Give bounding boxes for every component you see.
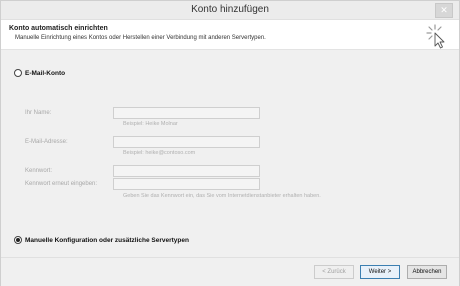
- header-title: Konto automatisch einrichten: [9, 25, 108, 32]
- back-button[interactable]: < Zurück: [314, 265, 354, 279]
- name-label: Ihr Name:: [25, 110, 52, 116]
- next-button[interactable]: Weiter >: [360, 265, 400, 279]
- add-account-dialog: Konto hinzufügen ✕ Konto automatisch ein…: [0, 0, 460, 286]
- password-label: Kennwort:: [25, 168, 53, 174]
- radio-manual-config-label: Manuelle Konfiguration oder zusätzliche …: [25, 236, 189, 244]
- password-field[interactable]: [113, 165, 260, 177]
- password-confirm-field[interactable]: [113, 178, 260, 190]
- title-bar: Konto hinzufügen ✕: [1, 1, 459, 20]
- email-field[interactable]: [113, 136, 260, 148]
- header-subtitle: Manuelle Einrichtung eines Kontos oder H…: [15, 35, 266, 41]
- dialog-footer: < Zurück Weiter > Abbrechen: [1, 257, 459, 286]
- dialog-content: E-Mail-Konto Ihr Name: Beispiel: Heike M…: [1, 50, 459, 257]
- wizard-cursor-icon: [426, 24, 445, 49]
- email-hint: Beispiel: heike@contoso.com: [123, 150, 196, 156]
- name-hint: Beispiel: Heike Molnar: [123, 121, 178, 127]
- radio-email-account[interactable]: E-Mail-Konto: [14, 69, 65, 77]
- password-hint: Geben Sie das Kennwort ein, das Sie vom …: [123, 193, 321, 199]
- radio-button[interactable]: [14, 236, 22, 244]
- radio-button[interactable]: [14, 69, 22, 77]
- close-button[interactable]: ✕: [435, 3, 453, 18]
- radio-email-account-label: E-Mail-Konto: [25, 69, 66, 77]
- radio-manual-config[interactable]: Manuelle Konfiguration oder zusätzliche …: [14, 236, 189, 244]
- name-field[interactable]: [113, 107, 260, 119]
- email-label: E-Mail-Adresse:: [25, 139, 68, 145]
- cancel-button[interactable]: Abbrechen: [407, 265, 447, 279]
- window-title: Konto hinzufügen: [191, 4, 269, 15]
- dialog-header: Konto automatisch einrichten Manuelle Ei…: [1, 20, 459, 50]
- password-confirm-label: Kennwort erneut eingeben:: [25, 181, 98, 187]
